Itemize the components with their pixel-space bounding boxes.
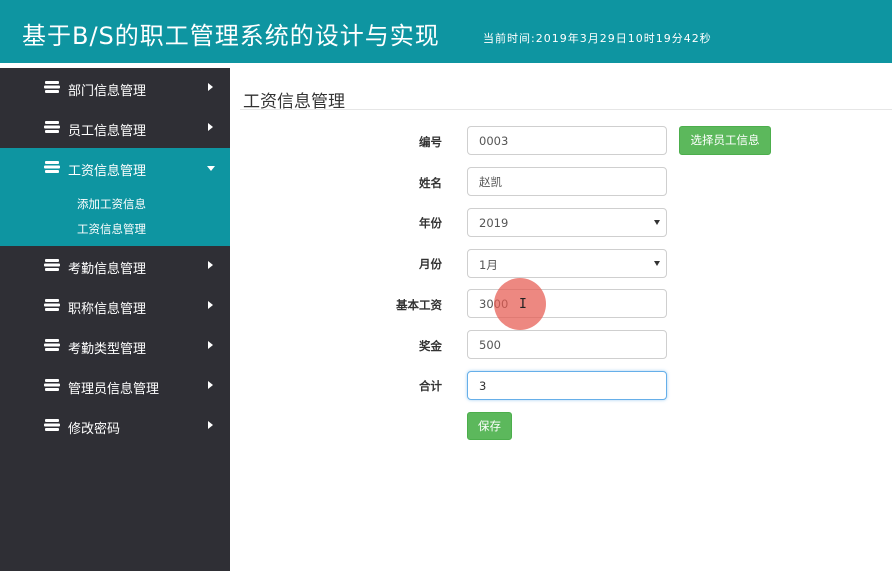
sidebar-item-label: 管理员信息管理	[68, 382, 160, 397]
bonus-label: 奖金	[419, 339, 442, 353]
main-content: 工资信息管理 编号 选择员工信息 姓名 年份 2019 月份 1月 基本工资 奖…	[230, 68, 892, 571]
select-employee-button[interactable]: 选择员工信息	[679, 126, 771, 155]
total-label: 合计	[419, 379, 442, 393]
chevron-right-icon	[208, 421, 213, 429]
sidebar-item-attendance[interactable]: 考勤信息管理	[0, 246, 230, 286]
app-header: 基于B/S的职工管理系统的设计与实现 当前时间:2019年3月29日10时19分…	[0, 0, 892, 63]
caret-down-icon	[654, 220, 660, 225]
name-label: 姓名	[419, 176, 442, 190]
name-field[interactable]	[467, 167, 667, 196]
id-field[interactable]	[467, 126, 667, 155]
sidebar-item-label: 修改密码	[68, 422, 121, 437]
submenu-add-salary[interactable]: 添加工资信息	[0, 196, 230, 221]
total-field[interactable]	[467, 371, 667, 400]
sidebar: 部门信息管理 员工信息管理 工资信息管理 添加工资信息 工资信息管理 考勤信息管…	[0, 68, 230, 571]
layers-icon	[44, 339, 60, 351]
app-title: 基于B/S的职工管理系统的设计与实现	[22, 22, 440, 50]
chevron-right-icon	[208, 341, 213, 349]
month-selected-value: 1月	[479, 258, 498, 272]
sidebar-item-employee[interactable]: 员工信息管理	[0, 108, 230, 148]
chevron-down-icon	[207, 166, 215, 171]
text-cursor-icon: I	[519, 297, 527, 312]
layers-icon	[44, 379, 60, 391]
month-select[interactable]: 1月	[467, 249, 667, 278]
chevron-right-icon	[208, 301, 213, 309]
layers-icon	[44, 161, 60, 173]
sidebar-item-change-password[interactable]: 修改密码	[0, 406, 230, 446]
bonus-field[interactable]	[467, 330, 667, 359]
id-label: 编号	[419, 135, 442, 149]
sidebar-item-title[interactable]: 职称信息管理	[0, 286, 230, 326]
sidebar-item-label: 职称信息管理	[68, 302, 147, 317]
save-button[interactable]: 保存	[467, 412, 512, 440]
layers-icon	[44, 419, 60, 431]
current-time: 当前时间:2019年3月29日10时19分42秒	[483, 32, 712, 45]
layers-icon	[44, 81, 60, 93]
sidebar-item-label: 员工信息管理	[68, 124, 147, 139]
layers-icon	[44, 299, 60, 311]
chevron-right-icon	[208, 123, 213, 131]
sidebar-item-attendance-type[interactable]: 考勤类型管理	[0, 326, 230, 366]
chevron-right-icon	[208, 381, 213, 389]
sidebar-item-label: 考勤信息管理	[68, 262, 147, 277]
sidebar-item-salary[interactable]: 工资信息管理	[0, 148, 230, 188]
chevron-right-icon	[208, 83, 213, 91]
layers-icon	[44, 121, 60, 133]
caret-down-icon	[654, 261, 660, 266]
layers-icon	[44, 259, 60, 271]
chevron-right-icon	[208, 261, 213, 269]
sidebar-item-label: 部门信息管理	[68, 84, 147, 99]
month-label: 月份	[419, 257, 442, 271]
year-select[interactable]: 2019	[467, 208, 667, 237]
submenu-salary-management[interactable]: 工资信息管理	[0, 221, 230, 246]
sidebar-item-admin[interactable]: 管理员信息管理	[0, 366, 230, 406]
salary-submenu: 添加工资信息 工资信息管理	[0, 188, 230, 246]
sidebar-item-label: 工资信息管理	[68, 164, 147, 179]
title-divider	[240, 109, 892, 110]
sidebar-item-department[interactable]: 部门信息管理	[0, 68, 230, 108]
year-selected-value: 2019	[479, 216, 509, 230]
year-label: 年份	[419, 216, 442, 230]
sidebar-item-label: 考勤类型管理	[68, 342, 147, 357]
base-salary-label: 基本工资	[396, 298, 442, 312]
